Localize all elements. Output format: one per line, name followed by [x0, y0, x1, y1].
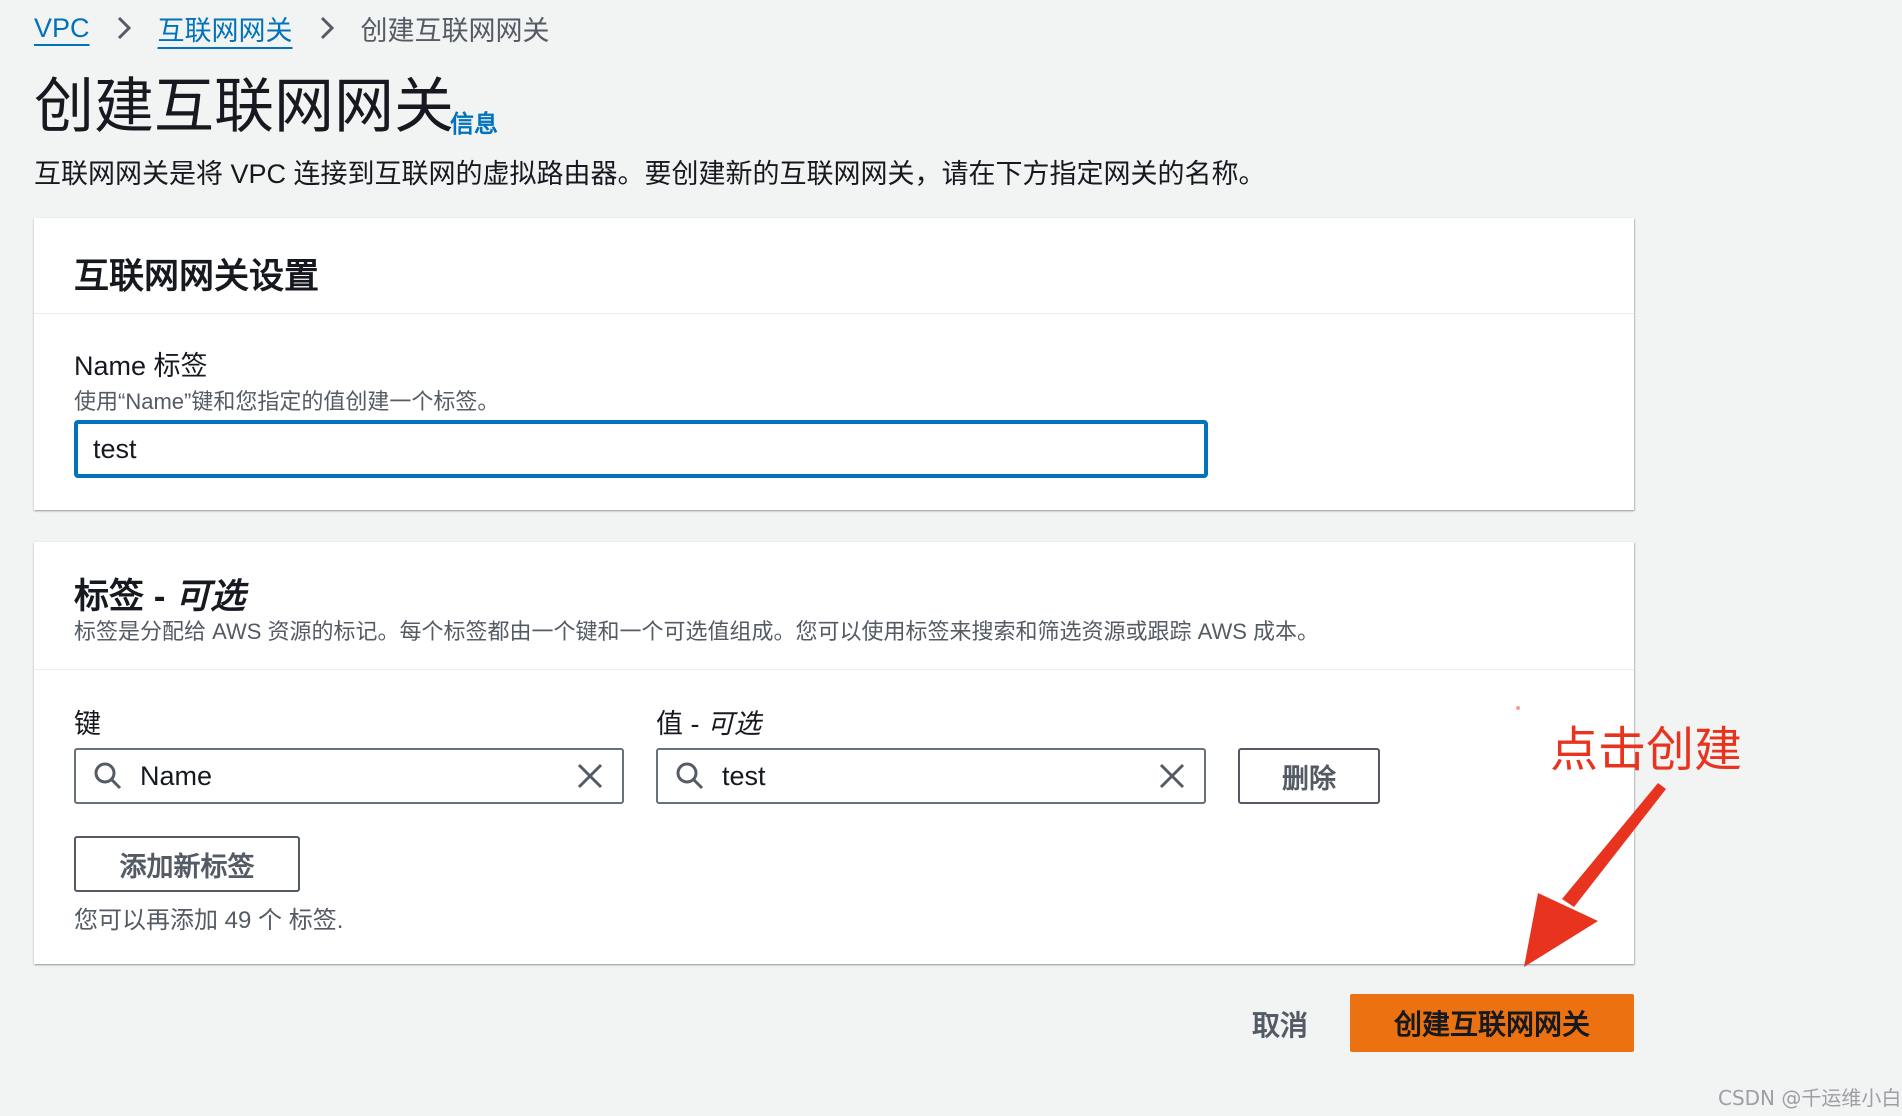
gateway-settings-panel: 互联网网关设置 Name 标签 使用“Name”键和您指定的值创建一个标签。 — [34, 218, 1634, 510]
page-title: 创建互联网网关 — [34, 73, 454, 140]
name-tag-hint: 使用“Name”键和您指定的值创建一个标签。 — [74, 389, 500, 414]
value-label-text: 值 - — [656, 709, 700, 739]
breadcrumb-igw-link[interactable]: 互联网网关 — [158, 9, 293, 48]
panel-header: 标签 - 可选 标签是分配给 AWS 资源的标记。每个标签都由一个键和一个可选值… — [34, 542, 1634, 670]
create-gateway-button[interactable]: 创建互联网网关 — [1350, 994, 1634, 1052]
annotation-dot — [1516, 706, 1520, 710]
value-label: 值 - 可选 — [656, 702, 761, 741]
watermark: CSDN @千运维小白 — [1718, 1086, 1902, 1110]
info-link[interactable]: 信息 — [450, 104, 498, 139]
annotation-text: 点击创建 — [1550, 722, 1743, 778]
panel-title: 互联网网关设置 — [74, 257, 320, 296]
remove-tag-button[interactable]: 删除 — [1238, 748, 1380, 804]
tag-value-value: test — [722, 760, 766, 791]
tags-description: 标签是分配给 AWS 资源的标记。每个标签都由一个键和一个可选值组成。您可以使用… — [74, 619, 1320, 644]
optional-text: 可选 — [175, 577, 246, 616]
key-label: 键 — [74, 709, 101, 739]
chevron-right-icon — [319, 15, 335, 41]
breadcrumb-vpc-link[interactable]: VPC — [34, 13, 90, 44]
search-icon — [658, 761, 722, 791]
tag-key-input[interactable]: Name — [74, 748, 624, 804]
page-description: 互联网网关是将 VPC 连接到互联网的虚拟路由器。要创建新的互联网网关，请在下方… — [34, 159, 1266, 189]
tags-panel: 标签 - 可选 标签是分配给 AWS 资源的标记。每个标签都由一个键和一个可选值… — [34, 542, 1634, 964]
annotation-arrow-icon — [1524, 783, 1666, 967]
panel-title: 标签 - 可选 — [74, 568, 245, 619]
panel-header: 互联网网关设置 — [34, 218, 1634, 314]
tags-title-text: 标签 - — [74, 577, 166, 616]
breadcrumb: VPC 互联网网关 创建互联网网关 — [34, 8, 550, 48]
name-tag-label: Name 标签 — [74, 351, 208, 381]
name-tag-input[interactable] — [74, 420, 1208, 478]
remaining-tags-text: 您可以再添加 49 个 标签. — [74, 907, 344, 934]
tag-key-value: Name — [140, 760, 213, 791]
search-icon — [76, 761, 140, 791]
cancel-button[interactable]: 取消 — [1252, 1004, 1308, 1044]
breadcrumb-current: 创建互联网网关 — [360, 15, 550, 46]
optional-text: 可选 — [707, 709, 762, 739]
tag-value-input[interactable]: test — [656, 748, 1206, 804]
close-icon[interactable] — [558, 762, 622, 790]
chevron-right-icon — [116, 15, 132, 41]
close-icon[interactable] — [1140, 762, 1204, 790]
add-tag-button[interactable]: 添加新标签 — [74, 836, 300, 892]
